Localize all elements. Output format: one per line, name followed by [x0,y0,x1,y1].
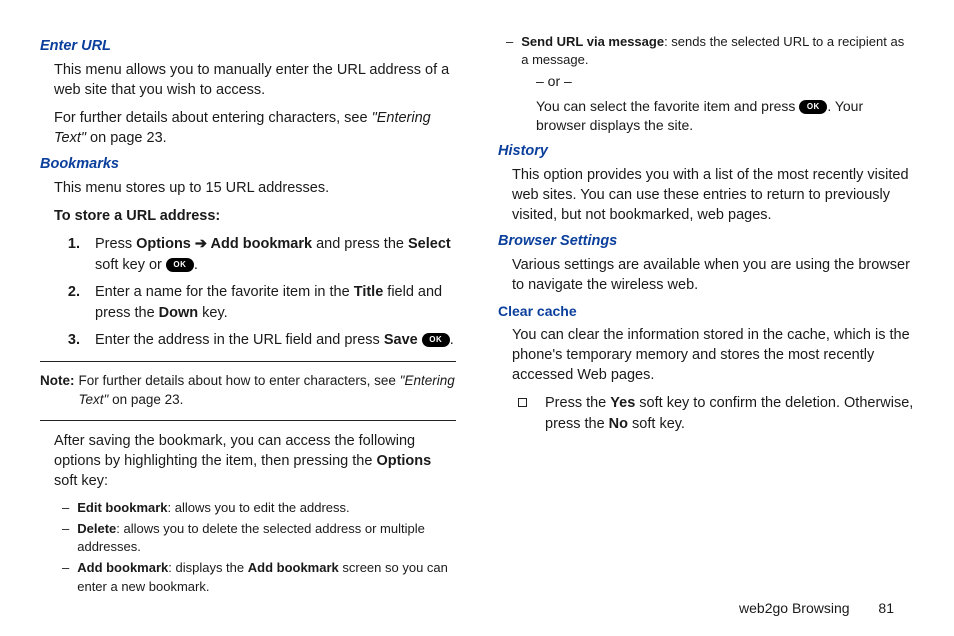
page-number: 81 [878,600,894,616]
left-column: Enter URL This menu allows you to manual… [40,30,456,599]
title-field: Title [354,284,384,300]
heading-clear-cache: Clear cache [498,303,914,319]
history-desc: This option provides you with a list of … [512,165,914,225]
txt: soft key: [54,473,108,489]
list-item: Press the Yes soft key to confirm the de… [518,393,914,434]
txt: soft key. [628,416,685,432]
step-text: Enter the address in the URL field and p… [95,330,454,351]
txt: Press [95,236,136,252]
item-text: Press the Yes soft key to confirm the de… [545,393,914,434]
heading-bookmarks: Bookmarks [40,156,456,172]
step-1: 1. Press Options ➔ Add bookmark and pres… [62,234,456,276]
step-number: 3. [62,330,80,351]
txt: Press the [545,395,610,411]
dash-icon: – [62,520,69,556]
bookmarks-desc: This menu stores up to 15 URL addresses. [54,178,456,198]
item-text: Edit bookmark: allows you to edit the ad… [77,499,349,517]
select-key: Select [408,236,451,252]
list-item: – Send URL via message: sends the select… [506,33,914,69]
txt: Enter a name for the favorite item in th… [95,284,354,300]
list-item: – Edit bookmark: allows you to edit the … [62,499,456,517]
txt: For further details about entering chara… [54,110,372,126]
ok-key-icon: OK [799,100,827,114]
txt: key. [198,305,228,321]
txt: You can select the favorite item and pre… [536,98,799,114]
bullet-list: Press the Yes soft key to confirm the de… [518,393,914,434]
to-store-heading: To store a URL address: [54,206,456,226]
steps-list: 1. Press Options ➔ Add bookmark and pres… [62,234,456,351]
txt: . [194,257,198,273]
sub-block: – or – You can select the favorite item … [536,72,914,135]
step-number: 1. [62,234,80,276]
down-key: Down [159,305,198,321]
list-item: – Add bookmark: displays the Add bookmar… [62,559,456,595]
note-block: Note: For further details about how to e… [40,372,456,410]
txt: : allows you to edit the address. [168,500,350,515]
add-bookmark: Add bookmark [77,560,168,575]
item-text: Delete: allows you to delete the selecte… [77,520,456,556]
dash-list-cont: – Send URL via message: sends the select… [506,33,914,69]
enter-url-desc: This menu allows you to manually enter t… [54,60,456,100]
divider [40,420,456,421]
divider [40,361,456,362]
step-2: 2. Enter a name for the favorite item in… [62,282,456,324]
add-bookmark-screen: Add bookmark [248,560,339,575]
options-add-bookmark: Options ➔ Add bookmark [136,236,312,252]
txt: : displays the [168,560,248,575]
right-column: – Send URL via message: sends the select… [498,30,914,599]
dash-list: – Edit bookmark: allows you to edit the … [62,499,456,596]
txt: Enter the address in the URL field and p… [95,332,384,348]
txt: For further details about how to enter c… [79,373,400,388]
heading-enter-url: Enter URL [40,38,456,54]
delete: Delete [77,521,116,536]
square-bullet-icon [518,398,527,407]
page-footer: web2go Browsing 81 [739,600,894,616]
txt: . [450,332,454,348]
enter-url-ref: For further details about entering chara… [54,108,456,148]
list-item: – Delete: allows you to delete the selec… [62,520,456,556]
after-save-text: After saving the bookmark, you can acces… [54,431,456,491]
note-label: Note: [40,372,75,410]
note-text: For further details about how to enter c… [79,372,457,410]
dash-icon: – [62,559,69,595]
clear-cache-desc: You can clear the information stored in … [512,325,914,385]
heading-history: History [498,143,914,159]
txt: and press the [312,236,408,252]
dash-icon: – [506,33,513,69]
footer-title: web2go Browsing [739,600,850,616]
options-key: Options [376,453,431,469]
txt: on page 23. [86,130,167,146]
heading-browser-settings: Browser Settings [498,233,914,249]
ok-key-icon: OK [166,258,194,272]
save-key: Save [384,332,418,348]
step-text: Press Options ➔ Add bookmark and press t… [95,234,456,276]
edit-bookmark: Edit bookmark [77,500,167,515]
browser-settings-desc: Various settings are available when you … [512,255,914,295]
txt: After saving the bookmark, you can acces… [54,433,415,469]
yes-key: Yes [610,395,635,411]
txt: : allows you to delete the selected addr… [77,521,425,554]
dash-icon: – [62,499,69,517]
item-text: Send URL via message: sends the selected… [521,33,914,69]
txt: soft key or [95,257,166,273]
ok-key-icon: OK [422,333,450,347]
step-text: Enter a name for the favorite item in th… [95,282,456,324]
no-key: No [609,416,628,432]
or-divider: – or – [536,72,914,91]
step-number: 2. [62,282,80,324]
item-text: Add bookmark: displays the Add bookmark … [77,559,456,595]
send-url: Send URL via message [521,34,664,49]
favorite-press: You can select the favorite item and pre… [536,97,914,136]
step-3: 3. Enter the address in the URL field an… [62,330,456,351]
txt: on page 23. [108,392,183,407]
page-content: Enter URL This menu allows you to manual… [0,0,954,624]
